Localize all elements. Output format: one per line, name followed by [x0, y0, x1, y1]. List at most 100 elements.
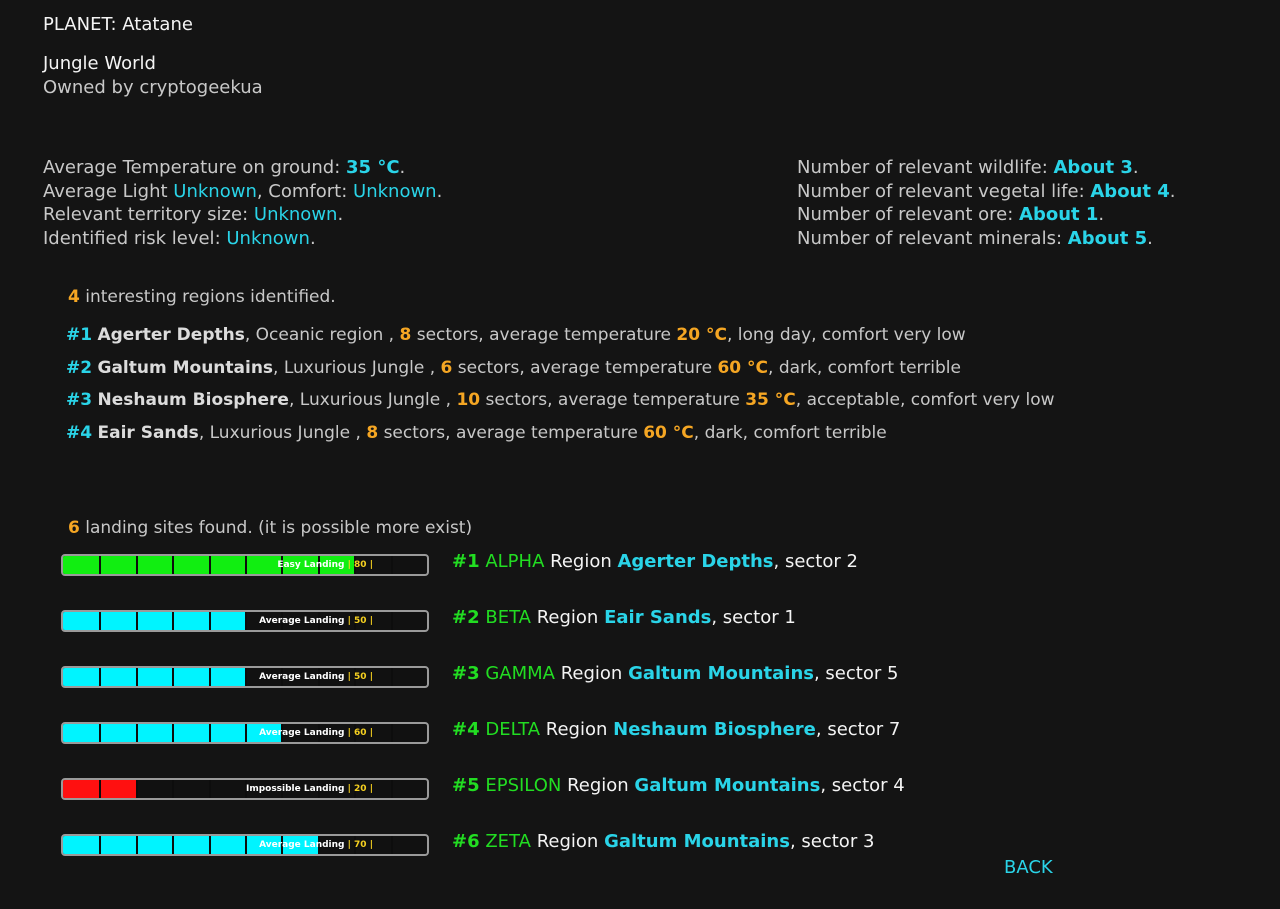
- site-sector: , sector 5: [813, 663, 899, 684]
- planet-type: Jungle World: [43, 53, 156, 74]
- regions-count: 4: [68, 287, 80, 307]
- region-number: #1: [66, 325, 93, 345]
- site-sector: , sector 1: [711, 607, 796, 628]
- light-label: Average Light: [43, 180, 168, 202]
- region-name: Neshaum Biosphere: [97, 390, 289, 410]
- landing-bar-tick: [391, 724, 393, 742]
- ore-value: About 1: [1019, 204, 1099, 225]
- site-region: Galtum Mountains: [628, 663, 814, 684]
- region-mid: sectors, average temperature: [457, 357, 713, 378]
- wildlife-value: About 3: [1053, 157, 1133, 178]
- site-code: ZETA: [485, 831, 531, 852]
- planet-owner: Owned by cryptogeekua: [43, 77, 263, 98]
- ore-stat: Number of relevant ore: About 1.: [797, 204, 1105, 225]
- site-code: BETA: [485, 607, 531, 628]
- region-item: #2 Galtum Mountains, Luxurious Jungle , …: [66, 352, 1055, 385]
- regions-summary: 4 interesting regions identified.: [68, 286, 336, 309]
- landing-bar-label: Average Landing | 60 |: [259, 728, 373, 738]
- wildlife-stat: Number of relevant wildlife: About 3.: [797, 157, 1139, 178]
- site-number: #2: [452, 607, 480, 628]
- region-tail: , long day, comfort very low: [726, 325, 966, 345]
- landing-summary: 6 landing sites found. (it is possible m…: [68, 517, 472, 540]
- comfort-label: , Comfort:: [256, 180, 348, 202]
- landing-site-item[interactable]: #1 ALPHA Region Agerter Depths, sector 2: [452, 550, 858, 574]
- site-code: GAMMA: [485, 663, 555, 684]
- site-region-word: Region: [536, 831, 599, 852]
- site-number: #1: [452, 551, 480, 572]
- region-tail: , acceptable, comfort very low: [795, 390, 1055, 410]
- region-number: #4: [66, 422, 93, 443]
- site-region: Galtum Mountains: [604, 831, 790, 852]
- stats-left: Average Temperature on ground: 35 °C. Av…: [43, 156, 442, 250]
- region-mid: sectors, average temperature: [383, 422, 638, 443]
- stats-right: Number of relevant wildlife: About 3. Nu…: [797, 156, 1176, 250]
- region-item: #3 Neshaum Biosphere, Luxurious Jungle ,…: [66, 384, 1055, 417]
- site-region: Galtum Mountains: [634, 775, 821, 796]
- landing-bar-tick: [391, 556, 393, 574]
- region-temp: 35 °C: [745, 390, 796, 410]
- region-number: #3: [66, 390, 93, 410]
- landing-site-item[interactable]: #3 GAMMA Region Galtum Mountains, sector…: [452, 662, 898, 686]
- region-mid: sectors, average temperature: [416, 325, 671, 345]
- site-sector: , sector 3: [789, 831, 875, 852]
- site-region: Agerter Depths: [617, 551, 774, 572]
- region-type: , Luxurious Jungle ,: [273, 357, 436, 378]
- site-region-word: Region: [560, 663, 623, 684]
- site-region-word: Region: [545, 719, 608, 740]
- region-sectors: 8: [399, 325, 412, 345]
- landing-bar: Average Landing | 70 |: [61, 834, 429, 856]
- landing-site-item[interactable]: #5 EPSILON Region Galtum Mountains, sect…: [452, 774, 905, 798]
- region-temp: 60 °C: [717, 357, 769, 378]
- region-name: Galtum Mountains: [97, 357, 274, 378]
- risk-stat: Identified risk level: Unknown.: [43, 227, 316, 249]
- site-sector: , sector 4: [820, 775, 905, 796]
- site-number: #4: [452, 719, 480, 740]
- site-region-word: Region: [567, 775, 629, 796]
- landing-site-item[interactable]: #6 ZETA Region Galtum Mountains, sector …: [452, 830, 874, 854]
- region-item: #1 Agerter Depths, Oceanic region , 8 se…: [66, 319, 1055, 352]
- region-sectors: 6: [440, 357, 453, 378]
- site-number: #5: [452, 775, 480, 796]
- site-sector: , sector 7: [815, 719, 901, 740]
- minerals-value: About 5: [1067, 227, 1148, 249]
- region-item: #4 Eair Sands, Luxurious Jungle , 8 sect…: [66, 417, 1055, 450]
- region-temp: 20 °C: [676, 325, 727, 345]
- light-value: Unknown: [173, 180, 257, 202]
- regions-count-text: interesting regions identified.: [85, 287, 336, 307]
- vegetal-stat: Number of relevant vegetal life: About 4…: [797, 180, 1176, 202]
- landing-bar-label: Average Landing | 50 |: [259, 672, 373, 682]
- planet-name: Atatane: [122, 14, 193, 35]
- region-sectors: 10: [456, 390, 481, 410]
- landing-bar-label: Average Landing | 70 |: [259, 840, 373, 850]
- minerals-label: Number of relevant minerals:: [797, 227, 1063, 249]
- landing-bar: Impossible Landing | 20 |: [61, 778, 429, 800]
- planet-label: PLANET:: [43, 14, 117, 35]
- planet-title: PLANET: Atatane: [43, 13, 193, 37]
- back-button[interactable]: BACK: [1004, 857, 1053, 878]
- site-code: ALPHA: [485, 551, 545, 572]
- region-sectors: 8: [366, 422, 379, 443]
- region-tail: , dark, comfort terrible: [768, 357, 961, 378]
- site-number: #3: [452, 663, 480, 684]
- wildlife-label: Number of relevant wildlife:: [797, 157, 1048, 178]
- risk-label: Identified risk level:: [43, 227, 221, 249]
- site-number: #6: [452, 831, 480, 852]
- site-region: Neshaum Biosphere: [613, 719, 816, 740]
- landing-bar-tick: [391, 612, 393, 630]
- region-name: Agerter Depths: [97, 325, 245, 345]
- region-tail: , dark, comfort terrible: [693, 422, 887, 443]
- region-number: #2: [66, 357, 93, 378]
- comfort-value: Unknown: [353, 180, 437, 202]
- landing-site-item[interactable]: #2 BETA Region Eair Sands, sector 1: [452, 606, 796, 630]
- landing-bar-tick: [391, 780, 393, 798]
- region-type: , Luxurious Jungle ,: [288, 390, 452, 410]
- regions-list: #1 Agerter Depths, Oceanic region , 8 se…: [66, 319, 1055, 449]
- light-stat: Average Light Unknown, Comfort: Unknown.: [43, 180, 443, 202]
- region-type: , Luxurious Jungle ,: [198, 422, 361, 443]
- landing-bar: Average Landing | 50 |: [61, 666, 429, 688]
- landing-bar-label: Average Landing | 50 |: [259, 616, 373, 626]
- territory-label: Relevant territory size:: [43, 204, 249, 225]
- landing-site-item[interactable]: #4 DELTA Region Neshaum Biosphere, secto…: [452, 718, 900, 742]
- vegetal-label: Number of relevant vegetal life:: [797, 180, 1085, 202]
- landing-bar: Average Landing | 50 |: [61, 610, 429, 632]
